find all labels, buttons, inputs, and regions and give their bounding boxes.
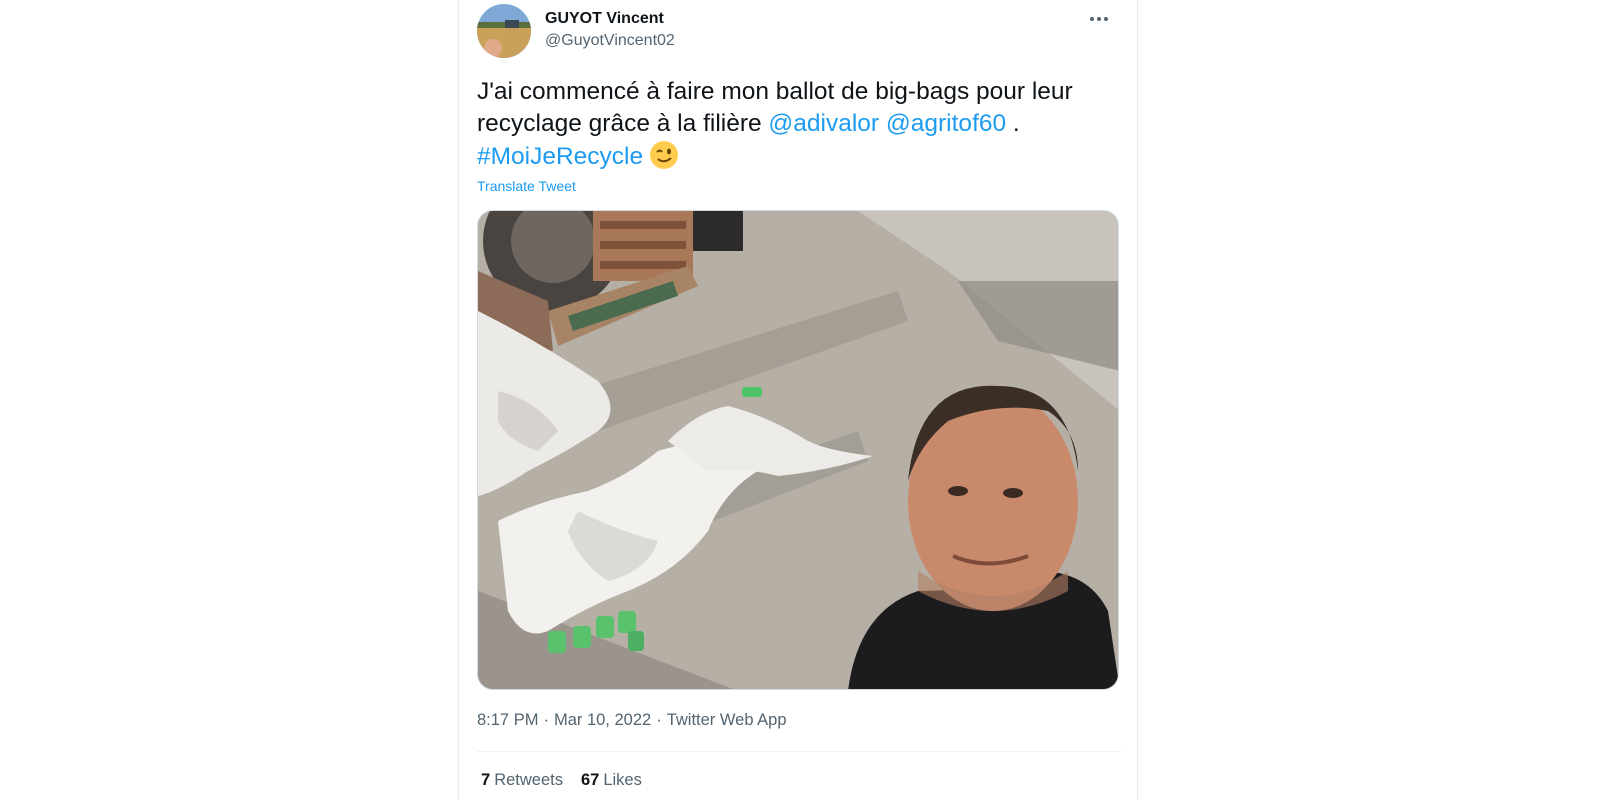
likes-count: 67 xyxy=(580,771,600,789)
avatar[interactable] xyxy=(477,4,531,58)
tweet-text: J'ai commencé à faire mon ballot de big-… xyxy=(477,76,1127,173)
retweets-stat[interactable]: 7 Retweets xyxy=(481,771,563,790)
tweet-text-period: . xyxy=(1006,110,1020,137)
translate-tweet-link[interactable]: Translate Tweet xyxy=(477,178,576,194)
tweet-source-app[interactable]: Twitter Web App xyxy=(667,711,787,729)
hashtag-moijerecycle[interactable]: #MoiJeRecycle xyxy=(477,143,643,170)
meta-separator: · xyxy=(543,711,549,729)
mention-agritof60[interactable]: @agritof60 xyxy=(886,110,1006,137)
winking-face-emoji-icon xyxy=(649,140,679,170)
author-name[interactable]: GUYOT Vincent xyxy=(545,10,664,28)
tweet-time[interactable]: 8:17 PM xyxy=(477,711,538,729)
retweets-count: 7 xyxy=(481,771,491,789)
photo-image xyxy=(478,211,1118,689)
avatar-image xyxy=(477,4,531,58)
tweet-meta: 8:17 PM · Mar 10, 2022 · Twitter Web App xyxy=(477,711,787,730)
more-horizontal-icon[interactable] xyxy=(1085,8,1113,30)
likes-stat[interactable]: 67 Likes xyxy=(581,771,642,790)
meta-separator: · xyxy=(656,711,662,729)
likes-label: Likes xyxy=(603,771,642,789)
author-handle[interactable]: @GuyotVincent02 xyxy=(545,32,675,50)
tweet-stats: 7 Retweets 67 Likes xyxy=(481,771,642,790)
mention-adivalor[interactable]: @adivalor xyxy=(768,110,879,137)
divider xyxy=(477,751,1121,752)
tweet-photo[interactable] xyxy=(477,210,1119,690)
tweet-date[interactable]: Mar 10, 2022 xyxy=(554,711,651,729)
tweet-card: GUYOT Vincent @GuyotVincent02 J'ai comme… xyxy=(458,0,1138,800)
retweets-label: Retweets xyxy=(494,771,563,789)
